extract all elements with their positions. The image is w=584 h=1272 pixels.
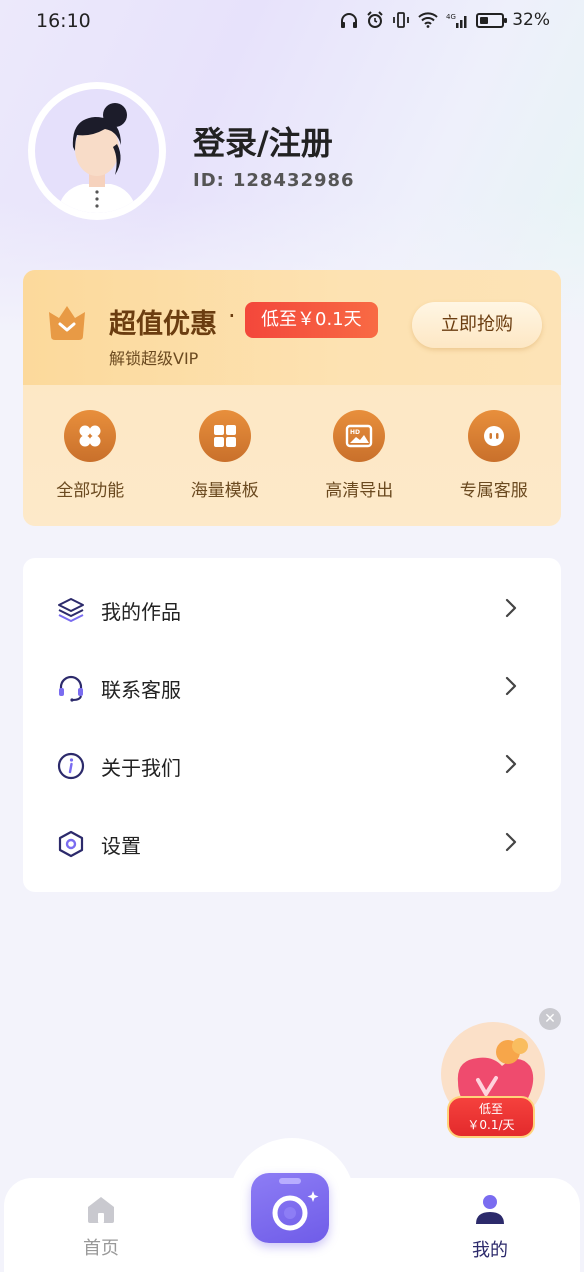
user-icon: [476, 1195, 504, 1224]
menu-label: 设置: [101, 834, 141, 858]
vip-title: 超值优惠: [109, 309, 217, 340]
menu-label: 我的作品: [101, 600, 181, 624]
user-id: ID: 128432986: [193, 170, 363, 191]
hd-image-icon: HD: [333, 410, 386, 462]
chevron-right-icon: [505, 676, 517, 696]
menu-label: 关于我们: [101, 756, 181, 780]
nav-label-me: 我的: [472, 1240, 508, 1261]
headset-icon: [59, 675, 83, 702]
battery-icon: [476, 12, 508, 28]
menu-card: 我的作品 联系客服 关于我们 设置: [23, 558, 561, 892]
home-icon: [88, 1197, 114, 1223]
user-id-value: 128432986: [232, 170, 355, 191]
vip-card[interactable]: 超值优惠 · 低至￥0.1天 解锁超级VIP 立即抢购 全部功能 海量模板 HD…: [23, 270, 561, 526]
clover-icon: [64, 410, 117, 462]
feature-label: 海量模板: [190, 481, 259, 501]
status-bar: 16:10 4G 32%: [0, 0, 584, 44]
login-register-link[interactable]: 登录/注册: [193, 118, 333, 164]
vip-subtitle: 解锁超级VIP: [109, 349, 199, 368]
menu-item-about-us[interactable]: 关于我们: [23, 726, 561, 804]
feature-label: 专属客服: [459, 481, 528, 501]
menu-item-my-works[interactable]: 我的作品: [23, 570, 561, 648]
feature-templates[interactable]: 海量模板: [158, 410, 293, 501]
grid-icon: [198, 410, 251, 462]
feature-hd-export[interactable]: HD 高清导出: [292, 410, 427, 501]
feature-label: 高清导出: [325, 481, 394, 501]
promo-price-tag[interactable]: 低至 ￥0.1/天: [447, 1096, 535, 1138]
avatar[interactable]: [28, 82, 166, 220]
promo-close-button[interactable]: ✕: [539, 1008, 561, 1030]
crown-icon: [49, 306, 85, 340]
feature-all-functions[interactable]: 全部功能: [23, 410, 158, 501]
menu-label: 联系客服: [101, 678, 181, 702]
chevron-right-icon: [505, 598, 517, 618]
vibrate-icon: [393, 12, 410, 28]
user-id-label: ID:: [193, 170, 225, 191]
camera-button[interactable]: [251, 1173, 329, 1243]
vip-separator: ·: [228, 302, 236, 330]
menu-item-settings[interactable]: 设置: [23, 804, 561, 882]
nav-tab-home[interactable]: 首页: [64, 1194, 138, 1260]
signal-icon: 4G: [446, 13, 467, 28]
headphones-icon: [341, 13, 358, 28]
camera-icon: [272, 1178, 319, 1231]
menu-item-contact-service[interactable]: 联系客服: [23, 648, 561, 726]
user-illustration-icon: [57, 103, 137, 213]
headset-icon: [467, 410, 520, 462]
promo-line1: 低至: [478, 1102, 503, 1116]
svg-text:4G: 4G: [446, 13, 456, 21]
promo-line2: ￥0.1/天: [467, 1118, 515, 1132]
status-icons: 4G 32%: [340, 10, 550, 30]
alarm-icon: [367, 11, 383, 28]
nav-label-home: 首页: [83, 1238, 119, 1259]
layers-icon: [58, 598, 84, 622]
info-icon: [57, 752, 85, 780]
wifi-icon: [418, 12, 438, 28]
battery-percent: 32%: [512, 10, 550, 30]
nav-tab-me[interactable]: 我的: [450, 1194, 530, 1262]
svg-text:HD: HD: [350, 429, 360, 436]
feature-exclusive-service[interactable]: 专属客服: [427, 410, 562, 501]
feature-label: 全部功能: [56, 481, 125, 501]
status-time: 16:10: [36, 10, 91, 32]
avatar-image: [35, 89, 159, 213]
buy-now-button[interactable]: 立即抢购: [412, 302, 542, 348]
vip-price-badge: 低至￥0.1天: [245, 302, 378, 338]
chevron-right-icon: [505, 754, 517, 774]
chevron-right-icon: [505, 832, 517, 852]
vip-features: 全部功能 海量模板 HD 高清导出 专属客服: [23, 410, 561, 501]
settings-hexagon-icon: [58, 830, 84, 858]
